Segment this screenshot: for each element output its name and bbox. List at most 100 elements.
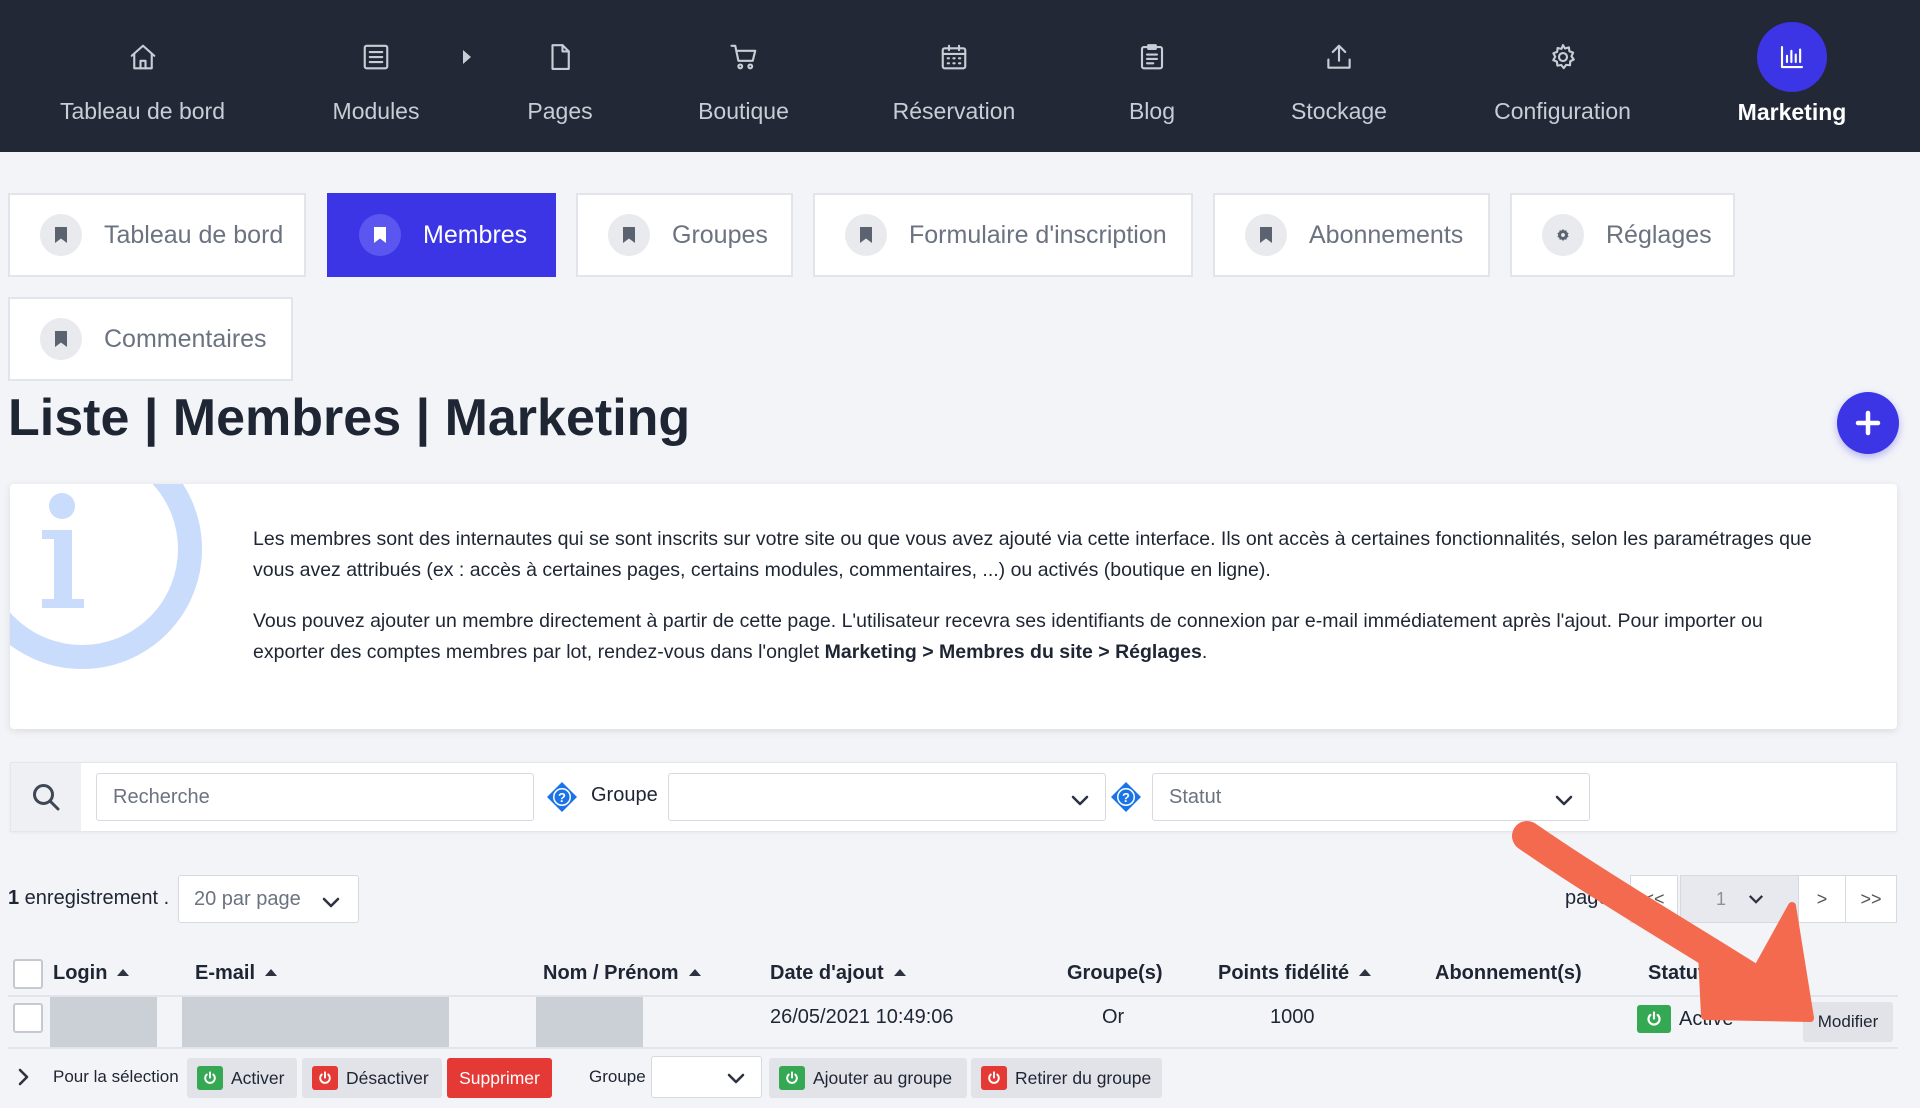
nav-item-tableau-de-bord[interactable]: Tableau de bord — [55, 0, 230, 152]
column-date[interactable]: Date d'ajout — [770, 962, 906, 985]
column-subscriptions: Abonnement(s) — [1435, 962, 1582, 984]
add-member-button[interactable] — [1837, 392, 1899, 454]
svg-text:?: ? — [558, 790, 566, 805]
bulk-group-label: Groupe — [589, 1067, 646, 1086]
select-all-checkbox[interactable] — [13, 959, 43, 989]
bulk-delete-button[interactable]: Supprimer — [447, 1058, 552, 1098]
cart-icon — [727, 40, 761, 74]
column-email[interactable]: E-mail — [195, 962, 278, 985]
nav-label: Réservation — [892, 98, 1016, 124]
column-groups: Groupe(s) — [1067, 962, 1163, 984]
cell-group: Or — [1102, 1006, 1125, 1028]
last-page-button[interactable]: >> — [1845, 875, 1897, 923]
help-icon[interactable]: ? — [1110, 781, 1142, 813]
bookmark-icon — [359, 214, 401, 256]
nav-item-stockage[interactable]: Stockage — [1284, 0, 1394, 152]
bulk-group-select[interactable] — [651, 1056, 762, 1098]
calendar-icon — [937, 40, 971, 74]
search-input[interactable]: Recherche — [96, 773, 534, 821]
tab-reglages[interactable]: Réglages — [1510, 193, 1735, 277]
clipboard-icon — [1135, 40, 1169, 74]
sort-asc-icon — [1359, 969, 1372, 976]
plus-icon — [1855, 410, 1881, 436]
sort-asc-icon — [893, 969, 906, 976]
nav-item-marketing[interactable]: Marketing — [1732, 0, 1852, 152]
column-login[interactable]: Login — [53, 962, 130, 985]
status-badge[interactable]: Active — [1637, 1005, 1733, 1033]
help-icon[interactable]: ? — [546, 781, 578, 813]
nav-item-boutique[interactable]: Boutique — [685, 0, 802, 152]
bulk-deactivate-button[interactable]: Désactiver — [302, 1058, 442, 1098]
sort-asc-icon — [265, 969, 278, 976]
nav-item-pages[interactable]: Pages — [510, 0, 610, 152]
next-page-button[interactable]: > — [1798, 875, 1846, 923]
page-select[interactable]: 1 — [1680, 875, 1800, 923]
row-checkbox[interactable] — [13, 1003, 43, 1033]
upload-icon — [1322, 40, 1356, 74]
nav-label: Marketing — [1737, 99, 1847, 125]
column-name[interactable]: Nom / Prénom — [543, 962, 701, 985]
tab-formulaire-inscription[interactable]: Formulaire d'inscription — [813, 193, 1193, 277]
bar-chart-icon — [1757, 22, 1827, 92]
info-icon — [10, 484, 202, 669]
group-filter-label: Groupe — [591, 784, 658, 806]
tab-label: Groupes — [672, 220, 768, 249]
chevron-down-icon — [322, 892, 340, 915]
bulk-activate-button[interactable]: Activer — [187, 1058, 297, 1098]
nav-label: Boutique — [698, 98, 789, 124]
nav-label: Pages — [527, 98, 593, 124]
cell-date: 26/05/2021 10:49:06 — [770, 1006, 954, 1028]
tab-tableau-de-bord[interactable]: Tableau de bord — [8, 193, 306, 277]
nav-item-blog[interactable]: Blog — [1112, 0, 1192, 152]
bookmark-icon — [40, 318, 82, 360]
power-icon — [981, 1066, 1007, 1090]
nav-label: Blog — [1128, 98, 1176, 124]
sort-asc-icon — [688, 969, 701, 976]
sort-asc-icon — [117, 969, 130, 976]
per-page-select[interactable]: 20 par page — [178, 875, 359, 923]
search-icon — [11, 763, 81, 831]
tab-label: Commentaires — [104, 324, 267, 353]
power-icon — [197, 1066, 223, 1090]
chevron-down-icon — [727, 1072, 745, 1090]
power-icon — [779, 1066, 805, 1090]
nav-label: Tableau de bord — [60, 98, 225, 124]
info-box: Les membres sont des internautes qui se … — [10, 484, 1897, 729]
file-icon — [543, 40, 577, 74]
bookmark-icon — [608, 214, 650, 256]
status-select[interactable]: Statut — [1152, 773, 1590, 821]
chevron-right-icon[interactable] — [18, 1068, 30, 1091]
column-status: Statut — [1648, 962, 1705, 984]
tab-label: Abonnements — [1309, 220, 1464, 249]
top-navigation: Tableau de bord Modules Pages Boutique R… — [0, 0, 1920, 152]
first-page-button[interactable]: << — [1630, 875, 1678, 923]
info-paragraph-2: Vous pouvez ajouter un membre directemen… — [253, 610, 1763, 663]
power-icon — [312, 1066, 338, 1090]
page-title: Liste | Membres | Marketing — [8, 389, 691, 447]
group-select[interactable] — [668, 773, 1106, 821]
nav-label: Modules — [332, 98, 420, 124]
column-points[interactable]: Points fidélité — [1218, 962, 1372, 985]
redacted-name — [536, 997, 643, 1047]
tab-groupes[interactable]: Groupes — [576, 193, 793, 277]
tab-label: Tableau de bord — [104, 220, 284, 249]
settings-path: Marketing > Membres du site > Réglages — [824, 641, 1202, 663]
pager-label: page — [1565, 887, 1610, 909]
nav-item-configuration[interactable]: Configuration — [1486, 0, 1639, 152]
tab-abonnements[interactable]: Abonnements — [1213, 193, 1490, 277]
tab-commentaires[interactable]: Commentaires — [8, 297, 293, 381]
power-icon — [1637, 1005, 1671, 1033]
nav-label: Configuration — [1494, 98, 1631, 124]
info-paragraph-1: Les membres sont des internautes qui se … — [253, 528, 1812, 581]
tab-label: Réglages — [1606, 220, 1712, 249]
tab-membres[interactable]: Membres — [327, 193, 556, 277]
divider — [8, 1047, 1898, 1049]
remove-from-group-button[interactable]: Retirer du groupe — [971, 1058, 1162, 1098]
edit-button[interactable]: Modifier — [1803, 1002, 1893, 1042]
nav-label: Stockage — [1291, 98, 1387, 124]
nav-item-reservation[interactable]: Réservation — [883, 0, 1025, 152]
nav-item-modules[interactable]: Modules — [320, 0, 432, 152]
chevron-down-icon — [1071, 790, 1089, 813]
tab-label: Membres — [423, 220, 528, 249]
add-to-group-button[interactable]: Ajouter au groupe — [769, 1058, 967, 1098]
